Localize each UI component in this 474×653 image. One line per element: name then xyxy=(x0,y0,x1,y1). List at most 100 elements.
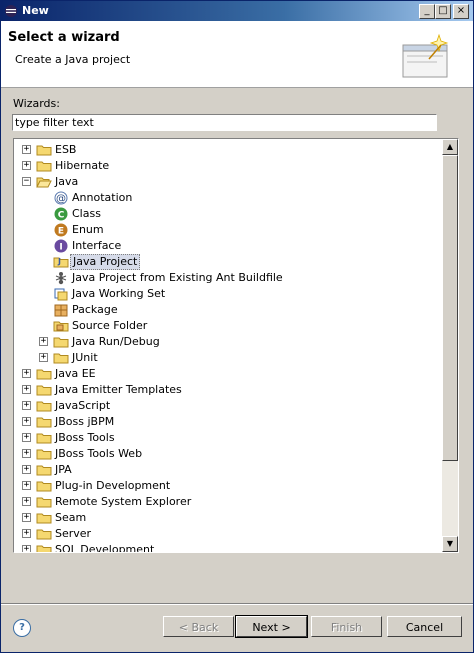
wizard-tree[interactable]: + ESB + Hibernate − Java @ Annotation C Class E Enu… xyxy=(13,138,459,553)
folder-icon xyxy=(36,478,52,494)
tree-item[interactable]: + Java EE xyxy=(14,366,442,382)
close-button[interactable]: × xyxy=(453,4,469,19)
tree-item[interactable]: + JPA xyxy=(14,462,442,478)
ant-icon xyxy=(53,270,69,286)
folder-icon xyxy=(36,414,52,430)
tree-item[interactable]: E Enum xyxy=(14,222,442,238)
interface-icon: I xyxy=(53,238,69,254)
tree-item-label: Java Project from Existing Ant Buildfile xyxy=(72,271,283,284)
svg-text:@: @ xyxy=(56,194,66,205)
tree-item-label: Package xyxy=(72,303,118,316)
tree-item[interactable]: + JBoss Tools xyxy=(14,430,442,446)
tree-item[interactable]: Java Working Set xyxy=(14,286,442,302)
scroll-thumb[interactable] xyxy=(442,155,458,461)
tree-item-label: Plug-in Development xyxy=(55,479,171,492)
maximize-button[interactable]: □ xyxy=(435,4,451,19)
expand-icon[interactable]: + xyxy=(22,161,31,170)
scroll-down-arrow-icon[interactable]: ▼ xyxy=(442,536,458,552)
tree-item-label: JavaScript xyxy=(55,399,111,412)
window-title: New xyxy=(22,4,49,17)
expand-icon[interactable]: + xyxy=(22,545,31,552)
tree-item-label: Class xyxy=(72,207,101,220)
svg-text:I: I xyxy=(59,243,62,253)
tree-item-label: Interface xyxy=(72,239,122,252)
wizards-label: Wizards: xyxy=(13,97,60,110)
wizard-header: Select a wizard Create a Java project xyxy=(1,21,473,88)
tree-item-label: Remote System Explorer xyxy=(55,495,192,508)
expand-icon[interactable]: + xyxy=(22,433,31,442)
tree-item-label: SQL Development xyxy=(55,543,155,552)
tree-item[interactable]: + SQL Development xyxy=(14,542,442,552)
folder-icon xyxy=(36,158,52,174)
back-button[interactable]: < Back xyxy=(163,616,234,637)
tree-item[interactable]: + Java Run/Debug xyxy=(14,334,442,350)
expand-icon[interactable]: + xyxy=(22,497,31,506)
cancel-button[interactable]: Cancel xyxy=(387,616,462,637)
tree-item[interactable]: − Java xyxy=(14,174,442,190)
folder-icon xyxy=(53,334,69,350)
tree-item[interactable]: + Remote System Explorer xyxy=(14,494,442,510)
folder-icon xyxy=(53,350,69,366)
folder-icon xyxy=(36,398,52,414)
tree-item[interactable]: @ Annotation xyxy=(14,190,442,206)
tree-item-label: Seam xyxy=(55,511,87,524)
folder-icon xyxy=(36,510,52,526)
page-description: Create a Java project xyxy=(15,53,131,66)
expand-icon[interactable]: + xyxy=(39,353,48,362)
title-bar[interactable]: New _ □ × xyxy=(1,1,473,21)
tree-item[interactable]: + Server xyxy=(14,526,442,542)
filter-input[interactable] xyxy=(12,114,437,131)
folder-icon xyxy=(36,526,52,542)
tree-item-label: JBoss Tools Web xyxy=(55,447,143,460)
expand-icon[interactable]: + xyxy=(22,513,31,522)
tree-item[interactable]: + Seam xyxy=(14,510,442,526)
expand-icon[interactable]: + xyxy=(22,529,31,538)
tree-item[interactable]: Package xyxy=(14,302,442,318)
tree-item-label: Java Working Set xyxy=(72,287,166,300)
tree-item-label: Java EE xyxy=(55,367,96,380)
tree-item[interactable]: + ESB xyxy=(14,142,442,158)
tree-item[interactable]: + JavaScript xyxy=(14,398,442,414)
eclipse-icon xyxy=(5,5,17,17)
folder-icon xyxy=(36,142,52,158)
expand-icon[interactable]: + xyxy=(22,481,31,490)
expand-icon[interactable]: + xyxy=(22,369,31,378)
tree-item-label: Java Emitter Templates xyxy=(55,383,182,396)
tree-item-label: Annotation xyxy=(72,191,133,204)
tree-vertical-scrollbar[interactable]: ▲ ▼ xyxy=(442,139,458,552)
expand-icon[interactable]: + xyxy=(22,417,31,426)
expand-icon[interactable]: + xyxy=(22,145,31,154)
finish-button[interactable]: Finish xyxy=(311,616,382,637)
tree-item[interactable]: Source Folder xyxy=(14,318,442,334)
tree-item[interactable]: C Class xyxy=(14,206,442,222)
expand-icon[interactable]: + xyxy=(22,449,31,458)
tree-item-label: Java xyxy=(55,175,79,188)
expand-icon[interactable]: + xyxy=(39,337,48,346)
button-bar-separator xyxy=(1,603,473,605)
collapse-icon[interactable]: − xyxy=(22,177,31,186)
tree-item[interactable]: + JBoss jBPM xyxy=(14,414,442,430)
tree-item[interactable]: + Java Emitter Templates xyxy=(14,382,442,398)
tree-item-label: Hibernate xyxy=(55,159,110,172)
svg-text:C: C xyxy=(58,211,65,221)
folder-icon xyxy=(36,446,52,462)
expand-icon[interactable]: + xyxy=(22,465,31,474)
tree-item-label: JBoss Tools xyxy=(55,431,115,444)
minimize-button[interactable]: _ xyxy=(419,4,435,19)
tree-item[interactable]: J Java Project xyxy=(14,254,442,270)
tree-item[interactable]: + Plug-in Development xyxy=(14,478,442,494)
expand-icon[interactable]: + xyxy=(22,385,31,394)
tree-item[interactable]: Java Project from Existing Ant Buildfile xyxy=(14,270,442,286)
tree-item-label: Server xyxy=(55,527,92,540)
folder-icon xyxy=(36,382,52,398)
tree-item[interactable]: + JBoss Tools Web xyxy=(14,446,442,462)
tree-item[interactable]: + JUnit xyxy=(14,350,442,366)
expand-icon[interactable]: + xyxy=(22,401,31,410)
scroll-up-arrow-icon[interactable]: ▲ xyxy=(442,139,458,155)
tree-item[interactable]: + Hibernate xyxy=(14,158,442,174)
help-icon[interactable]: ? xyxy=(13,619,31,637)
tree-item[interactable]: I Interface xyxy=(14,238,442,254)
next-button[interactable]: Next > xyxy=(235,615,308,638)
svg-text:E: E xyxy=(58,227,64,237)
enum-icon: E xyxy=(53,222,69,238)
